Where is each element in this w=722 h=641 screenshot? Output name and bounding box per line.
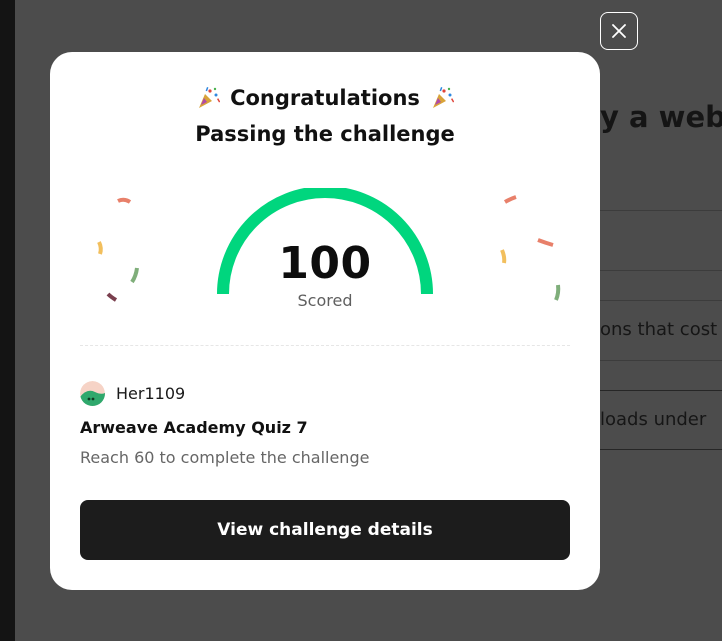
close-button[interactable] xyxy=(600,12,638,50)
background-row-text: loads under xyxy=(600,409,707,430)
background-divider xyxy=(600,360,722,361)
modal-subtitle: Passing the challenge xyxy=(195,122,455,146)
background-row-text: ons that cost m xyxy=(600,319,722,340)
challenge-requirement: Reach 60 to complete the challenge xyxy=(80,448,370,467)
background-heading: y a websi xyxy=(600,100,722,134)
modal-title-row: Congratulations xyxy=(50,86,600,110)
modal-title: Congratulations xyxy=(230,86,420,110)
user-row: Her1109 xyxy=(80,381,185,406)
left-edge-strip xyxy=(0,0,15,641)
score-value: 100 xyxy=(278,238,372,289)
background-divider xyxy=(600,300,722,301)
section-divider xyxy=(80,345,570,346)
party-popper-icon xyxy=(199,87,221,108)
background-divider xyxy=(600,449,722,450)
user-avatar xyxy=(80,381,105,406)
app-screen: y a websi ons that cost m loads under Co… xyxy=(0,0,722,641)
view-challenge-details-button[interactable]: View challenge details xyxy=(80,500,570,560)
background-divider xyxy=(600,210,722,211)
close-icon xyxy=(612,24,626,38)
quiz-name: Arweave Academy Quiz 7 xyxy=(80,418,308,437)
background-divider xyxy=(600,390,722,391)
party-popper-icon xyxy=(432,87,454,108)
score-label: Scored xyxy=(297,291,353,310)
challenge-result-modal: Congratulations Passing the challenge 10… xyxy=(50,52,600,590)
background-divider xyxy=(600,270,722,271)
username: Her1109 xyxy=(116,384,186,403)
